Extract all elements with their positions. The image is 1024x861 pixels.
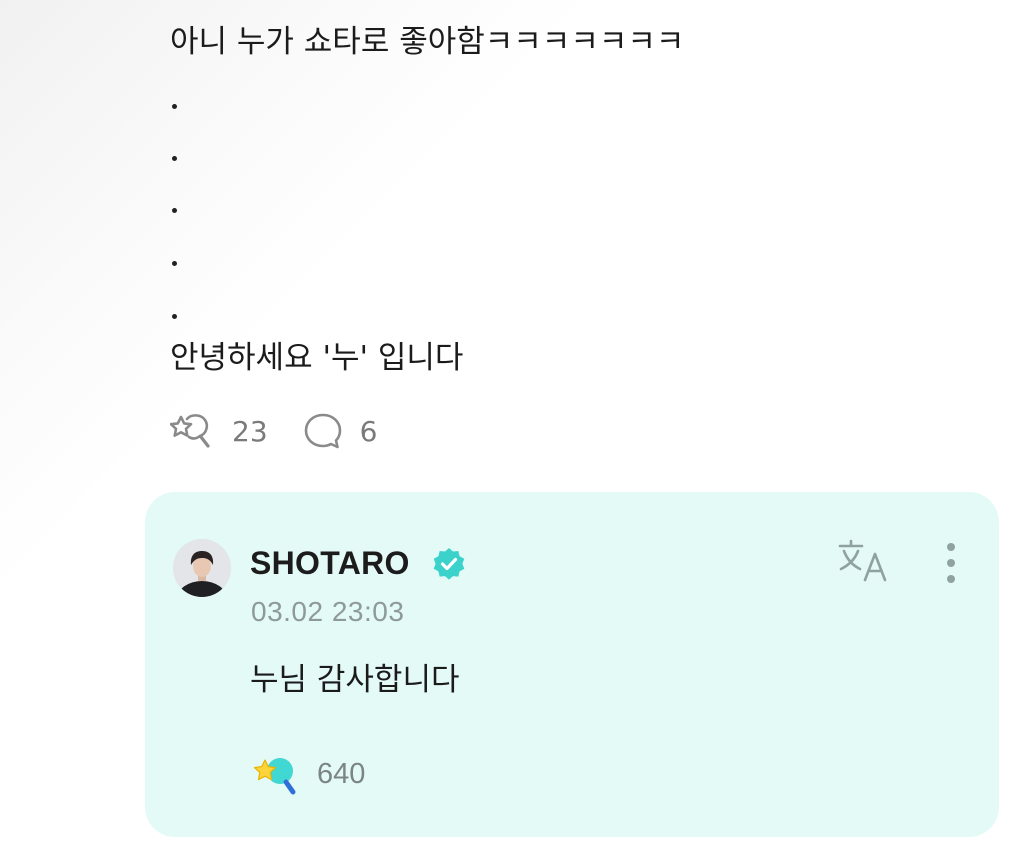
artist-reply-card: SHOTARO 03.02 23:03 누님 감사합니다 640 — [145, 492, 999, 837]
post-dot — [172, 314, 177, 319]
reply-reaction-stats: 640 — [253, 752, 365, 796]
post-stats: 23 6 — [170, 410, 377, 452]
avatar[interactable] — [173, 539, 231, 597]
translate-icon[interactable] — [837, 538, 893, 584]
post-dot — [172, 261, 177, 266]
more-vertical-icon[interactable] — [937, 540, 965, 586]
avatar-image — [173, 539, 231, 597]
reply-timestamp: 03.02 23:03 — [251, 596, 405, 627]
reaction-count: 640 — [317, 757, 366, 790]
verified-badge-icon — [433, 548, 465, 580]
reply-text: 누님 감사합니다 — [250, 662, 460, 698]
comment-icon[interactable] — [302, 411, 344, 451]
post-dot — [172, 104, 177, 109]
post-text-line: 안녕하세요 '누' 입니다 — [170, 340, 464, 376]
comment-count: 6 — [359, 414, 378, 448]
star-wand-reaction-icon[interactable] — [170, 410, 216, 452]
post-dot — [172, 156, 177, 161]
author-name[interactable]: SHOTARO — [250, 544, 410, 582]
reaction-count: 23 — [232, 414, 268, 448]
post-text-line: 아니 누가 쇼타로 좋아함ㅋㅋㅋㅋㅋㅋㅋ — [170, 24, 685, 60]
star-wand-reaction-icon[interactable] — [253, 752, 299, 796]
post-dot — [172, 208, 177, 213]
